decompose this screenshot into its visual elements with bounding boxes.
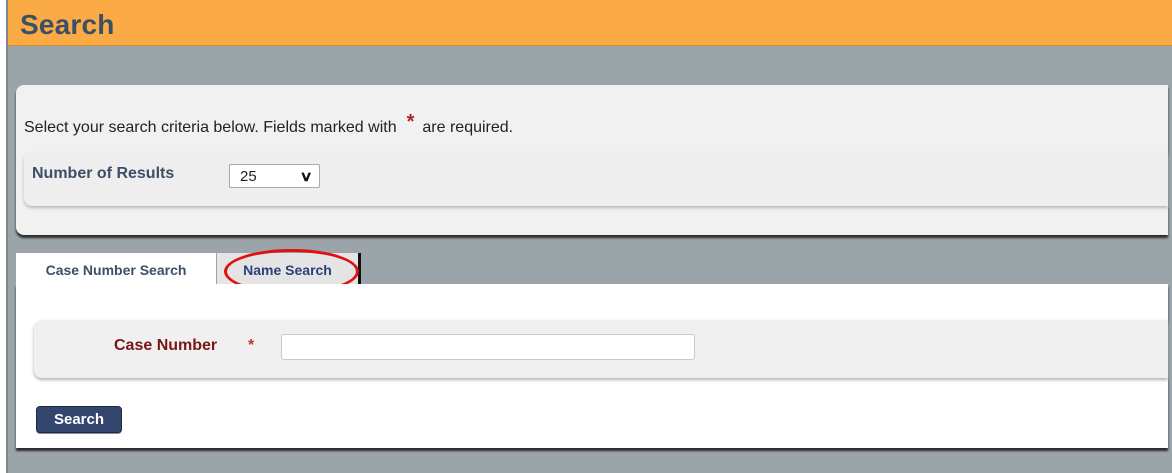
tab-label: Case Number Search <box>45 261 187 278</box>
search-tabs: Case Number Search Name Search <box>16 250 1168 286</box>
case-number-section: Case Number * <box>34 320 1168 378</box>
number-of-results-label: Number of Results <box>32 165 175 182</box>
case-number-label: Case Number <box>114 337 218 354</box>
instructions-text: Select your search criteria below. Field… <box>24 119 397 136</box>
number-of-results-section: Number of Results 25 ∨ <box>24 152 1168 206</box>
required-asterisk: * <box>406 111 415 133</box>
tab-content-panel: Case Number * Search <box>16 284 1168 448</box>
search-button[interactable]: Search <box>36 406 122 433</box>
case-number-input[interactable] <box>281 334 695 360</box>
number-of-results-select[interactable]: 25 ∨ <box>229 164 320 188</box>
chevron-down-icon: ∨ <box>299 167 313 184</box>
tab-case-number-search[interactable]: Case Number Search <box>16 253 216 286</box>
title-bar: Search <box>8 0 1172 46</box>
instructions-text-end: are required. <box>422 119 514 136</box>
page-title: Search <box>20 9 115 40</box>
selected-value: 25 <box>240 167 257 185</box>
required-asterisk: * <box>248 337 255 354</box>
search-criteria-panel: Select your search criteria below. Field… <box>16 85 1168 235</box>
criteria-instructions: Select your search criteria below. Field… <box>24 111 514 142</box>
